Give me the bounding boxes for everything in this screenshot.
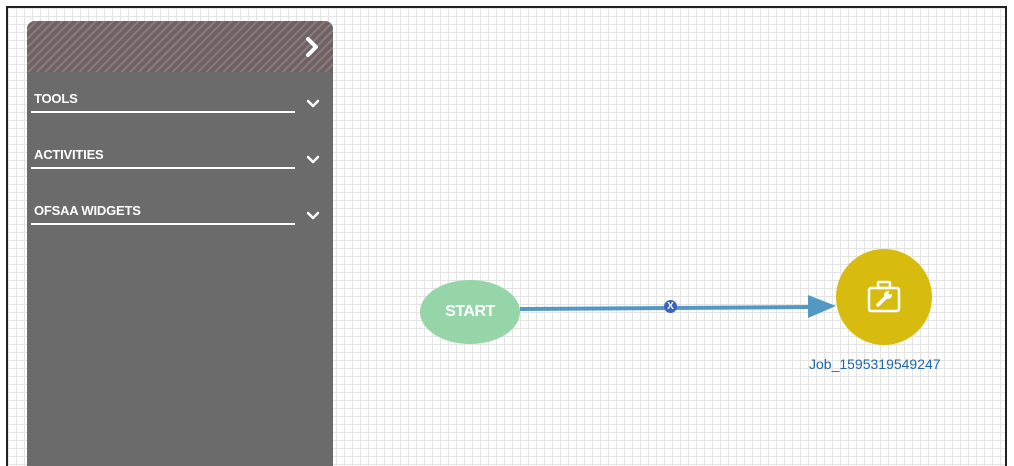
job-node-label[interactable]: Job_1595319549247 <box>809 356 941 372</box>
toolbox-wrench-icon <box>867 280 901 313</box>
close-icon: X <box>667 300 674 312</box>
delete-connector-button[interactable]: X <box>664 300 677 313</box>
workflow-connector[interactable] <box>0 0 1014 466</box>
start-node-label: START <box>445 303 495 320</box>
start-node[interactable]: START <box>420 280 520 344</box>
job-node[interactable] <box>836 249 932 345</box>
arrowhead-icon <box>808 295 836 318</box>
